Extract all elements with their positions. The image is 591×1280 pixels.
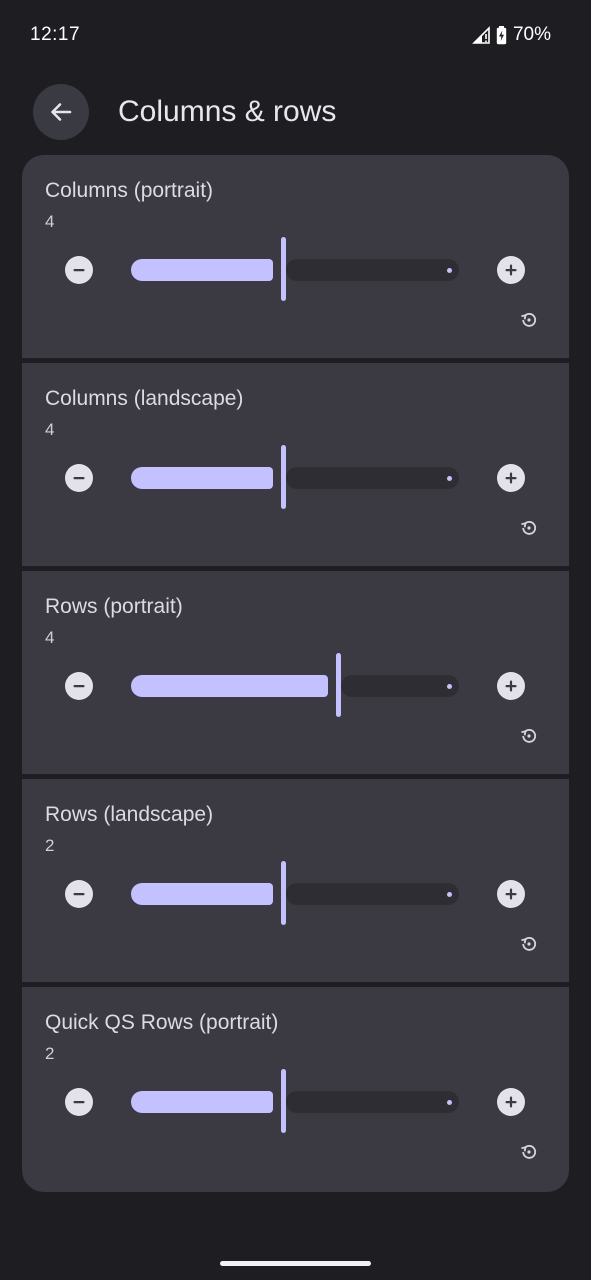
plus-icon (505, 472, 517, 484)
minus-icon (73, 893, 85, 896)
app-bar: Columns & rows (0, 82, 591, 142)
setting-value: 4 (45, 628, 55, 647)
status-time: 12:17 (30, 24, 81, 45)
increase-button[interactable] (497, 672, 525, 700)
minus-icon (73, 685, 85, 688)
gesture-navigation-handle[interactable] (220, 1261, 371, 1266)
slider-fill (131, 467, 273, 489)
slider-end-dot (447, 476, 452, 481)
setting-value: 2 (45, 836, 55, 855)
slider-track (286, 1091, 459, 1113)
setting-card: Columns (portrait) 4 (22, 155, 569, 358)
slider-track (286, 259, 459, 281)
slider-fill (131, 1091, 273, 1113)
plus-icon (505, 264, 517, 276)
battery-percent: 70% (512, 24, 551, 45)
decrease-button[interactable] (65, 464, 93, 492)
setting-title: Quick QS Rows (portrait) (45, 1011, 279, 1034)
increase-button[interactable] (497, 464, 525, 492)
value-slider[interactable] (131, 1069, 459, 1133)
slider-fill (131, 259, 273, 281)
minus-icon (73, 269, 85, 272)
slider-handle[interactable] (336, 653, 341, 717)
setting-value: 4 (45, 420, 55, 439)
increase-button[interactable] (497, 256, 525, 284)
reset-icon (521, 937, 537, 951)
setting-value: 2 (45, 1044, 55, 1063)
setting-value: 4 (45, 212, 55, 231)
decrease-button[interactable] (65, 256, 93, 284)
slider-track (286, 883, 459, 905)
minus-icon (73, 477, 85, 480)
reset-button[interactable] (518, 309, 540, 331)
back-button[interactable] (33, 84, 89, 140)
plus-icon (505, 680, 517, 692)
setting-card: Rows (portrait) 4 (22, 571, 569, 774)
value-slider[interactable] (131, 237, 459, 301)
settings-list: Columns (portrait) 4 Columns (landscape)… (22, 155, 569, 1192)
setting-card: Columns (landscape) 4 (22, 363, 569, 566)
slider-fill (131, 675, 328, 697)
slider-fill (131, 883, 273, 905)
reset-icon (521, 729, 537, 743)
slider-handle[interactable] (281, 1069, 286, 1133)
setting-card: Rows (landscape) 2 (22, 779, 569, 982)
slider-end-dot (447, 268, 452, 273)
increase-button[interactable] (497, 880, 525, 908)
reset-icon (521, 521, 537, 535)
battery-charging-icon (496, 25, 507, 44)
reset-icon (521, 313, 537, 327)
slider-end-dot (447, 892, 452, 897)
value-slider[interactable] (131, 445, 459, 509)
slider-end-dot (447, 684, 452, 689)
minus-icon (73, 1101, 85, 1104)
slider-handle[interactable] (281, 237, 286, 301)
decrease-button[interactable] (65, 672, 93, 700)
reset-button[interactable] (518, 1141, 540, 1163)
decrease-button[interactable] (65, 880, 93, 908)
setting-title: Columns (portrait) (45, 179, 214, 202)
reset-icon (521, 1145, 537, 1159)
screen: 12:17 70% Columns & rows Columns (portra… (0, 0, 591, 1280)
slider-handle[interactable] (281, 861, 286, 925)
signal-icon (472, 26, 490, 44)
status-bar: 12:17 70% (0, 0, 591, 70)
slider-track (286, 467, 459, 489)
value-slider[interactable] (131, 861, 459, 925)
setting-title: Rows (portrait) (45, 595, 183, 618)
slider-handle[interactable] (281, 445, 286, 509)
setting-title: Columns (landscape) (45, 387, 244, 410)
setting-card: Quick QS Rows (portrait) 2 (22, 987, 569, 1192)
slider-track (341, 675, 459, 697)
decrease-button[interactable] (65, 1088, 93, 1116)
plus-icon (505, 1096, 517, 1108)
status-icons: 70% (472, 24, 551, 46)
plus-icon (505, 888, 517, 900)
page-title: Columns & rows (118, 95, 337, 128)
increase-button[interactable] (497, 1088, 525, 1116)
reset-button[interactable] (518, 517, 540, 539)
setting-title: Rows (landscape) (45, 803, 214, 826)
slider-end-dot (447, 1100, 452, 1105)
value-slider[interactable] (131, 653, 459, 717)
arrow-back-icon (51, 103, 72, 121)
reset-button[interactable] (518, 933, 540, 955)
reset-button[interactable] (518, 725, 540, 747)
